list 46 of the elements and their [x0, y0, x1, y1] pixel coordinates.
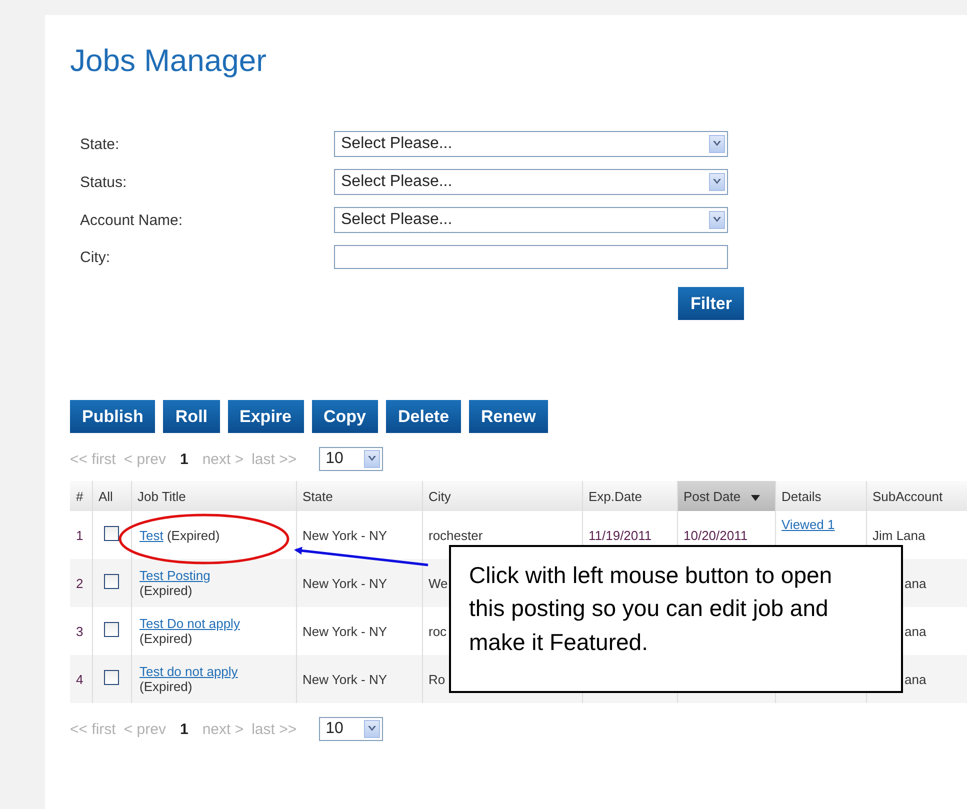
job-status: (Expired)	[140, 679, 192, 694]
per-page-select[interactable]: 10	[318, 717, 383, 741]
job-title-link[interactable]: Test Posting	[140, 568, 210, 583]
action-button[interactable]: Roll	[163, 400, 220, 433]
current-page-number: 1	[180, 450, 188, 468]
row-checkbox[interactable]	[104, 670, 119, 685]
job-title-link[interactable]: Test	[140, 528, 164, 542]
job-title-link[interactable]: Test do not apply	[140, 664, 238, 679]
row-checkbox[interactable]	[104, 574, 119, 589]
column-header[interactable]: Job Title	[131, 481, 296, 511]
filter-label: Account Name:	[80, 212, 184, 228]
filter-input[interactable]	[334, 245, 728, 269]
job-status: (Expired)	[166, 528, 220, 542]
column-header[interactable]: Post Date	[677, 481, 775, 511]
column-header[interactable]: #	[70, 481, 92, 511]
sort-arrow-icon	[750, 494, 760, 500]
row-checkbox[interactable]	[104, 622, 119, 637]
filter-select[interactable]: Select Please...	[334, 207, 728, 233]
filter-button[interactable]: Filter	[678, 287, 744, 320]
column-header[interactable]: Details	[775, 481, 866, 511]
filter-select[interactable]: Select Please...	[334, 131, 728, 157]
column-header[interactable]: All	[92, 481, 131, 511]
column-header[interactable]: City	[422, 481, 582, 511]
details-link[interactable]: Viewed 1	[782, 517, 835, 532]
column-header[interactable]: SubAccount	[866, 481, 967, 511]
action-button[interactable]: Delete	[386, 400, 462, 433]
current-page-number: 1	[180, 720, 188, 738]
filter-select[interactable]: Select Please...	[334, 169, 728, 195]
action-button[interactable]: Copy	[312, 400, 378, 433]
row-number: 4	[70, 655, 92, 703]
action-button[interactable]: Expire	[228, 400, 304, 433]
column-header[interactable]: State	[296, 481, 422, 511]
column-header[interactable]: Exp.Date	[582, 481, 677, 511]
action-button[interactable]: Publish	[70, 400, 156, 433]
job-status: (Expired)	[140, 631, 192, 646]
row-checkbox[interactable]	[104, 526, 119, 541]
job-title-link[interactable]: Test Do not apply	[140, 616, 240, 631]
filter-label: Status:	[80, 174, 128, 190]
callout-note: Click with left mouse button to open this posting so you can edit job and make it Featured.	[449, 545, 903, 693]
per-page-select[interactable]: 10	[318, 447, 383, 471]
job-status: (Expired)	[140, 583, 192, 598]
page-title: Jobs Manager	[70, 43, 268, 79]
action-button[interactable]: Renew	[469, 400, 548, 433]
filter-label: City:	[80, 248, 111, 266]
state-cell: New York - NY	[296, 655, 422, 703]
filter-label: State:	[80, 136, 120, 152]
